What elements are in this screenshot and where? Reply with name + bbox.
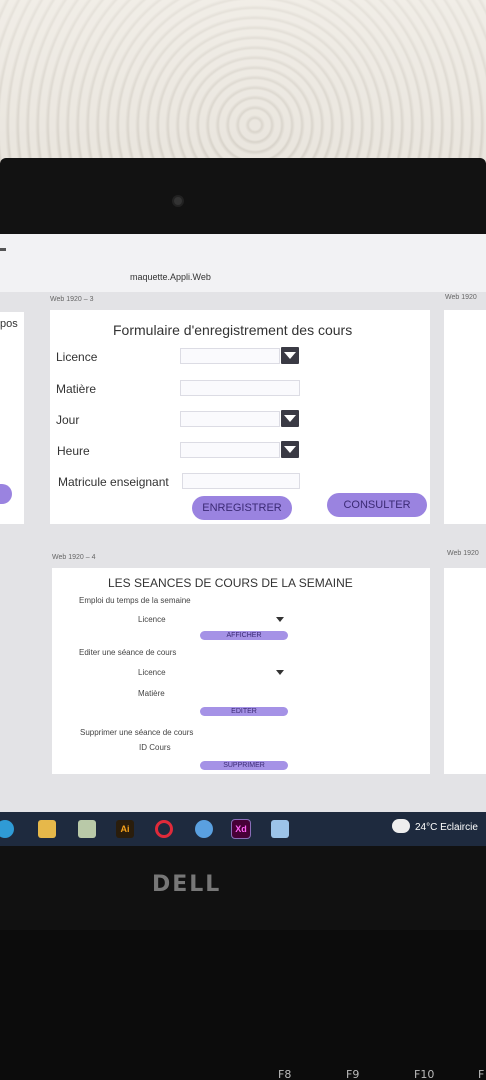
sessions-card: LES SEANCES DE COURS DE LA SEMAINE Emplo… [52, 568, 430, 774]
frame-label-3-right: Web 1920 [445, 294, 477, 301]
left-partial-text: pos [0, 318, 18, 330]
sessions-title: LES SEANCES DE COURS DE LA SEMAINE [108, 576, 353, 590]
supprimer-button[interactable]: SUPPRIMER [200, 761, 288, 770]
frame-label-3: Web 1920 – 3 [50, 296, 94, 303]
wall-shade [0, 0, 486, 170]
calendar-icon[interactable] [78, 820, 96, 838]
form-card: Formulaire d'enregistrement des cours Li… [50, 310, 430, 524]
jour-select[interactable] [180, 411, 280, 427]
afficher-button[interactable]: AFFICHER [200, 631, 288, 640]
f9-key: F9 [346, 1068, 360, 1080]
weather-text: 24°C Eclaircie [415, 822, 478, 833]
matricule-input[interactable] [182, 473, 300, 489]
edge-icon[interactable] [0, 820, 14, 838]
network-icon[interactable] [271, 820, 289, 838]
chrome-icon[interactable] [195, 820, 213, 838]
right-partial-frame-2 [444, 568, 486, 774]
frame-label-4: Web 1920 – 4 [52, 554, 96, 561]
licence-dropdown-icon[interactable] [281, 347, 299, 364]
jour-dropdown-icon[interactable] [281, 410, 299, 427]
enregistrer-button[interactable]: ENREGISTRER [192, 496, 292, 520]
heure-label: Heure [57, 444, 90, 458]
consulter-button[interactable]: CONSULTER [327, 493, 427, 517]
edit-licence-select[interactable]: Licence [138, 668, 166, 677]
keyboard: F8 F9 F10 F [0, 930, 486, 1080]
heure-select[interactable] [180, 442, 280, 458]
weather-icon [392, 819, 410, 833]
edit-label: Editer une séance de cours [79, 648, 177, 657]
edit-matiere-field[interactable]: Matière [138, 689, 165, 698]
jour-label: Jour [56, 413, 80, 427]
xd-icon[interactable]: Xd [231, 819, 251, 839]
course-id-field[interactable]: ID Cours [139, 743, 171, 752]
opera-icon[interactable] [155, 820, 173, 838]
f10-key: F10 [414, 1068, 435, 1080]
frame-label-4-right: Web 1920 [447, 550, 479, 557]
matiere-label: Matière [56, 382, 97, 396]
timetable-licence-select[interactable]: Licence [138, 615, 166, 624]
editer-button[interactable]: EDITER [200, 707, 288, 716]
app-bar: maquette.Appli.Web [0, 234, 486, 292]
form-title: Formulaire d'enregistrement des cours [113, 322, 353, 338]
matricule-label: Matricule enseignant [58, 475, 169, 489]
illustrator-icon[interactable]: Ai [116, 820, 134, 838]
delete-label: Supprimer une séance de cours [80, 728, 194, 737]
right-partial-frame [444, 310, 486, 524]
edit-dropdown-icon[interactable] [276, 670, 284, 675]
app-title: maquette.Appli.Web [130, 272, 211, 282]
menu-icon[interactable] [0, 248, 6, 251]
timetable-label: Emploi du temps de la semaine [79, 596, 191, 605]
timetable-dropdown-icon[interactable] [276, 617, 284, 622]
matiere-input[interactable] [180, 380, 300, 396]
f8-key: F8 [278, 1068, 292, 1080]
taskbar: Ai Xd 24°C Eclaircie [0, 812, 486, 846]
file-explorer-icon[interactable] [38, 820, 56, 838]
dell-logo: DELL [152, 872, 222, 897]
heure-dropdown-icon[interactable] [281, 441, 299, 458]
f11-key: F [478, 1068, 485, 1080]
licence-label: Licence [56, 350, 98, 364]
licence-select[interactable] [180, 348, 280, 364]
screen: maquette.Appli.Web Web 1920 – 3 Web 1920… [0, 234, 486, 846]
webcam [172, 195, 184, 207]
laptop-bezel [0, 158, 486, 240]
